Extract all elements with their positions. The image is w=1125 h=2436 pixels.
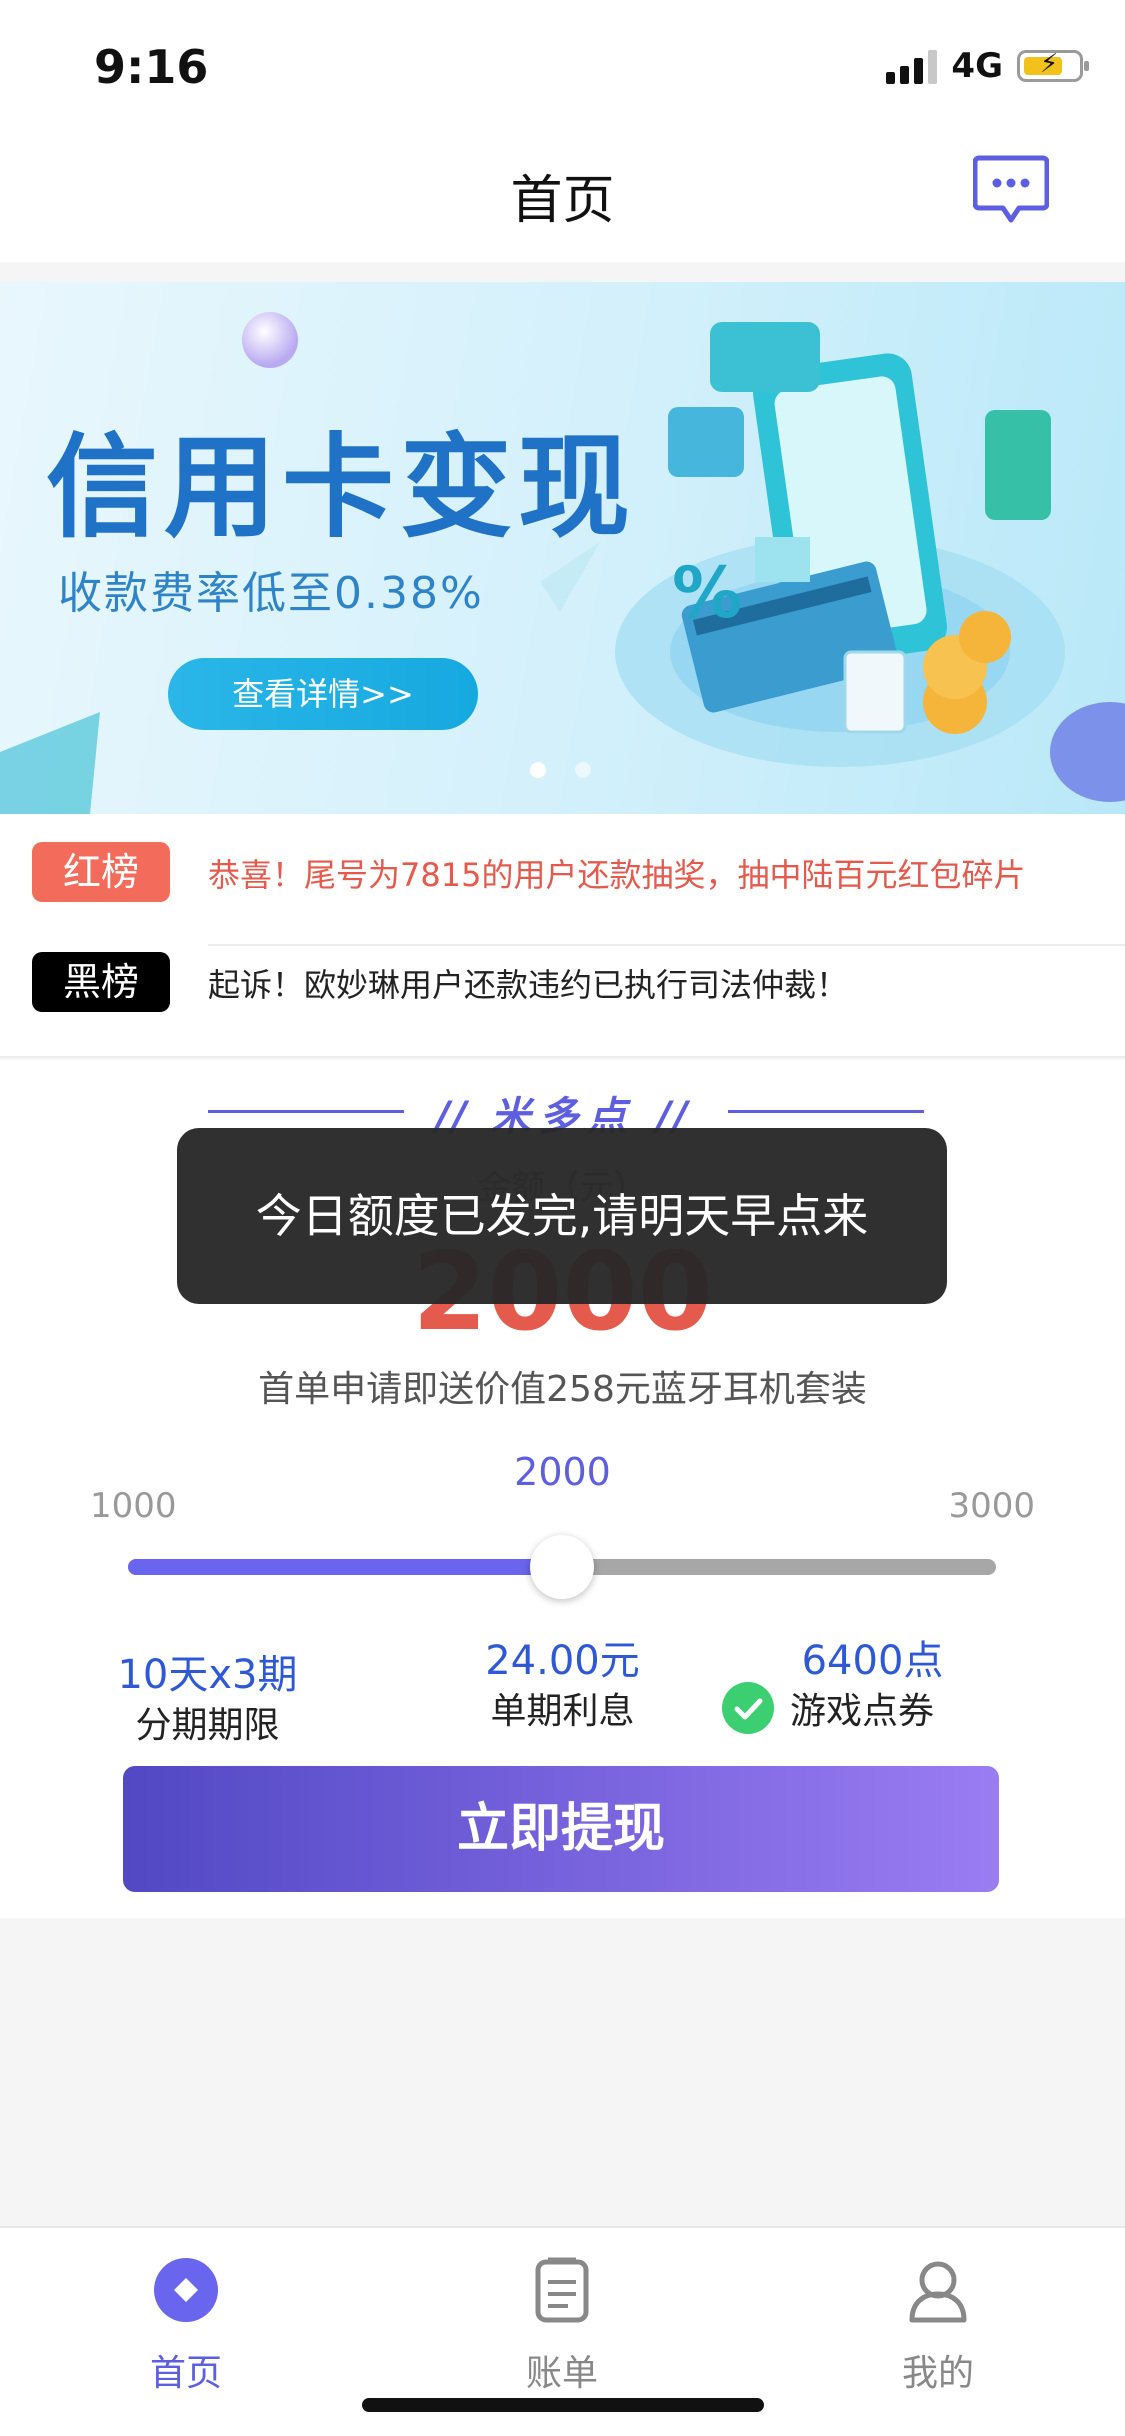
- status-indicators: 4G ⚡: [886, 46, 1089, 86]
- amount-slider[interactable]: [128, 1535, 996, 1599]
- home-icon: [154, 2258, 218, 2322]
- slider-thumb[interactable]: [530, 1535, 594, 1599]
- network-label: 4G: [951, 46, 1003, 86]
- tab-label: 首页: [149, 2353, 222, 2394]
- banner-title: 信用卡变现: [46, 423, 636, 553]
- home-indicator: [362, 2398, 764, 2412]
- profile-icon: [909, 2261, 967, 2323]
- page-title: 首页: [510, 171, 615, 231]
- slider-min-label: 1000: [90, 1486, 177, 1526]
- black-list-tag: 黑榜: [32, 952, 170, 1012]
- notice-text: 恭喜！尾号为7815的用户还款抽奖，抽中陆百元红包碎片: [208, 856, 1026, 894]
- check-icon: [722, 1682, 774, 1734]
- notice-board: 红榜 恭喜！尾号为7815的用户还款抽奖，抽中陆百元红包碎片 黑榜 起诉！欧妙琳…: [0, 814, 1125, 1058]
- tab-label: 账单: [525, 2353, 598, 2394]
- carousel-dot[interactable]: [575, 762, 591, 778]
- bill-icon: [535, 2257, 589, 2323]
- slider-fill: [128, 1559, 562, 1575]
- red-list-tag: 红榜: [32, 842, 170, 902]
- tab-bill[interactable]: 账单: [462, 2248, 662, 2394]
- points-value: 6400点: [801, 1638, 944, 1684]
- svg-text:%: %: [672, 552, 742, 634]
- term-value: 10天x3期: [117, 1652, 298, 1698]
- tab-home[interactable]: 首页: [86, 2248, 286, 2394]
- signal-icon: [886, 48, 938, 84]
- tab-label: 我的: [901, 2353, 974, 2394]
- toast-message: 今日额度已发完,请明天早点来: [177, 1128, 947, 1304]
- status-bar: 9:16 4G ⚡: [0, 0, 1125, 132]
- carousel-dot-active[interactable]: [530, 762, 546, 778]
- notice-text: 起诉！欧妙琳用户还款违约已执行司法仲裁！: [208, 966, 849, 1004]
- term-label: 分期期限: [135, 1705, 280, 1746]
- interest-value: 24.00元: [485, 1638, 640, 1684]
- nav-header: 首页: [0, 132, 1125, 262]
- battery-icon: ⚡: [1017, 49, 1089, 82]
- banner-subtitle: 收款费率低至0.38%: [58, 568, 484, 619]
- points-label: 游戏点券: [790, 1691, 935, 1732]
- slider-max-label: 3000: [948, 1486, 1035, 1526]
- notice-row-red: 红榜 恭喜！尾号为7815的用户还款抽奖，抽中陆百元红包碎片: [0, 822, 1125, 922]
- notice-divider: [0, 1056, 1125, 1058]
- banner-detail-button[interactable]: 查看详情>>: [168, 658, 478, 730]
- promo-text: 首单申请即送价值258元蓝牙耳机套装: [258, 1369, 867, 1410]
- withdraw-button[interactable]: 立即提现: [123, 1766, 999, 1892]
- message-icon[interactable]: [973, 154, 1049, 226]
- interest-label: 单期利息: [490, 1691, 635, 1732]
- notice-row-black: 黑榜 起诉！欧妙琳用户还款违约已执行司法仲裁！: [0, 932, 1125, 1032]
- promo-banner[interactable]: % 信用卡变现 收款费率低至0.38% 查看详情>>: [0, 282, 1125, 814]
- status-time: 9:16: [94, 40, 209, 94]
- tab-profile[interactable]: 我的: [838, 2248, 1038, 2394]
